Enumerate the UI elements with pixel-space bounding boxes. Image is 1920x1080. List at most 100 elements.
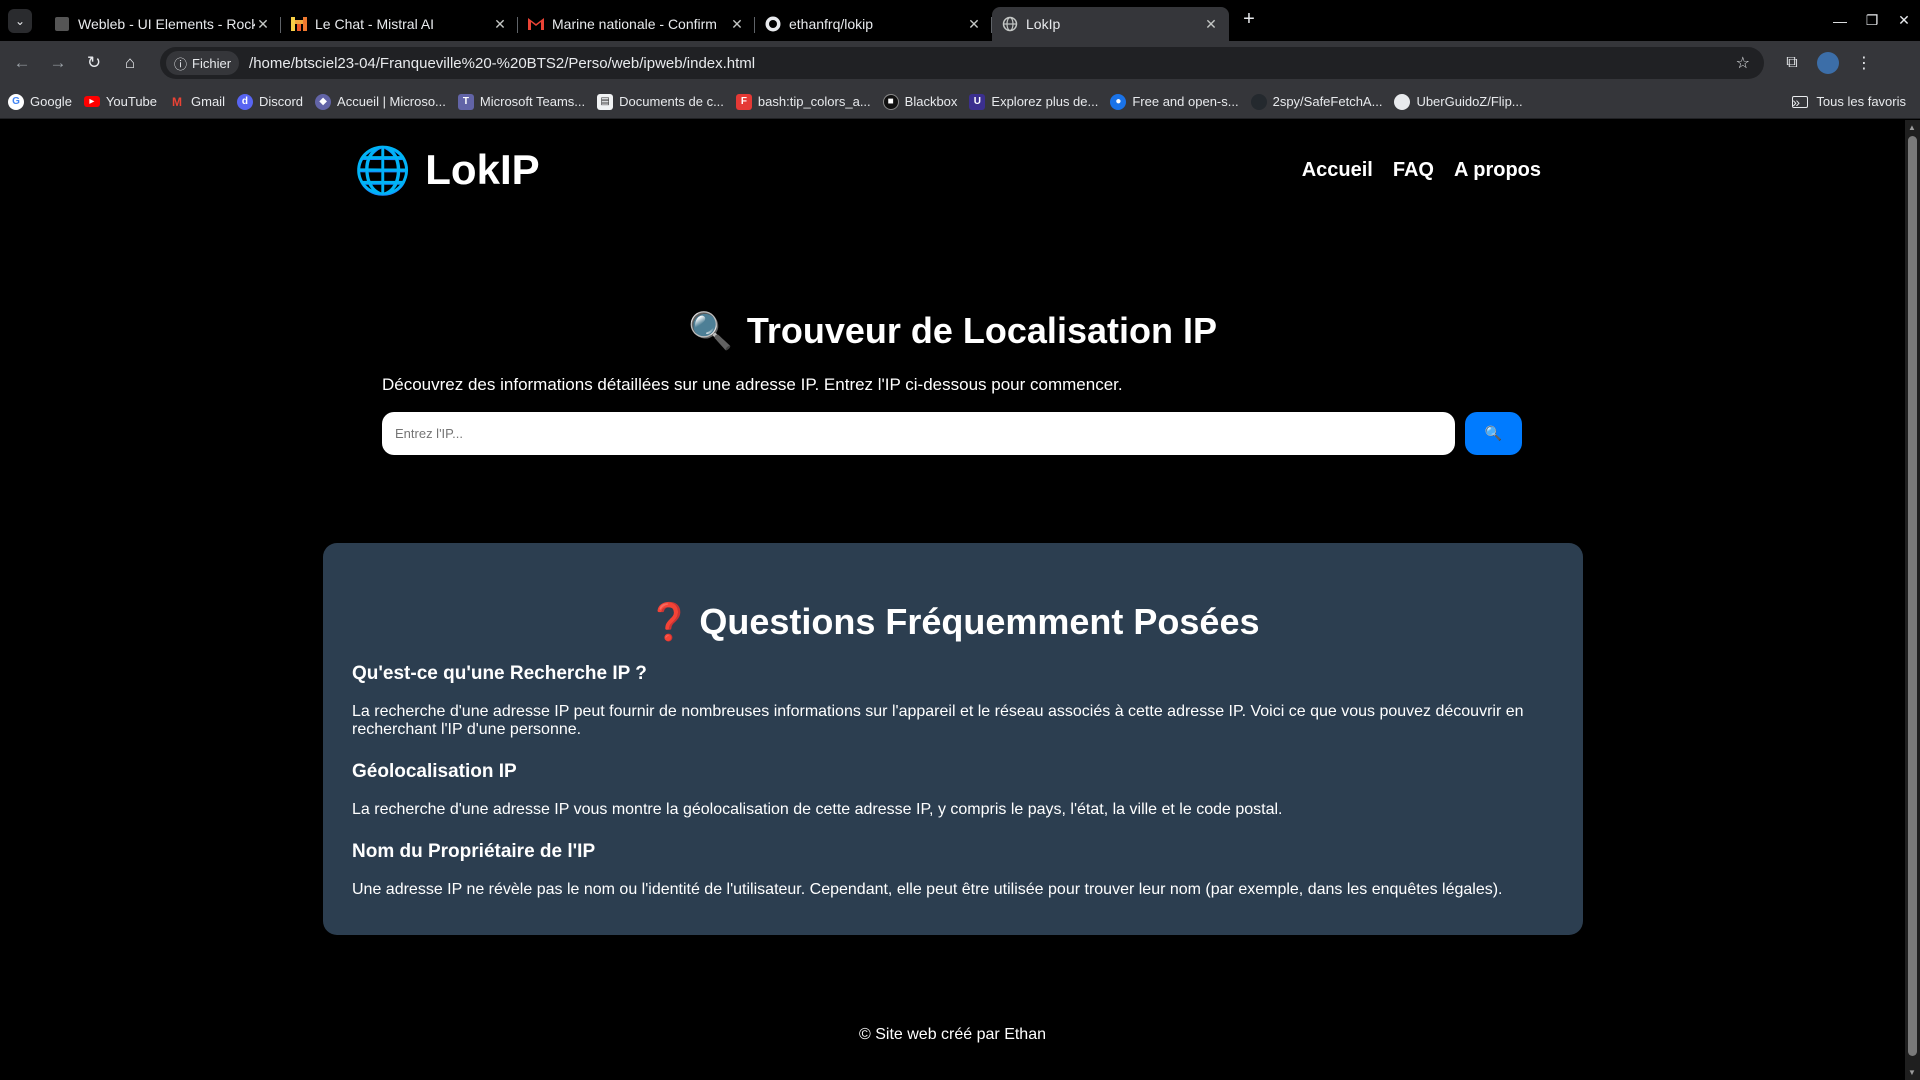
browser-tab-bar: ⌄ Webleb - UI Elements - Rock ✕ Le Chat … (0, 0, 1920, 41)
tab-title: Webleb - UI Elements - Rock (78, 16, 255, 32)
discord-icon: d (236, 93, 253, 110)
all-bookmarks-button[interactable]: Tous les favoris (1792, 94, 1906, 109)
bookmark-blackbox[interactable]: ■ Blackbox (882, 93, 957, 110)
site-footer: © Site web créé par Ethan (859, 1026, 1046, 1043)
nav-link-accueil[interactable]: Accueil (1302, 159, 1373, 182)
browser-toolbar: ← → ↻ ⌂ ⓘ Fichier /home/btsciel23-04/Fra… (0, 41, 1920, 85)
question-mark-icon: ❓ (646, 601, 692, 642)
search-button[interactable]: 🔍 (1465, 412, 1522, 455)
reload-button[interactable]: ↻ (76, 45, 112, 81)
faq-answer: Une adresse IP ne révèle pas le nom ou l… (352, 881, 1503, 898)
blackbox-icon: ■ (882, 93, 899, 110)
tab-title: ethanfrq/lokip (789, 16, 874, 32)
bookmark-microsoft-teams[interactable]: T Microsoft Teams... (457, 93, 585, 110)
close-icon[interactable]: ✕ (966, 16, 982, 33)
site-logo[interactable]: 🌐 LokIP (354, 146, 540, 194)
scrollbar-thumb[interactable] (1908, 136, 1917, 1056)
tab-strip: Webleb - UI Elements - Rock ✕ Le Chat - … (44, 0, 1229, 41)
nav-link-faq[interactable]: FAQ (1393, 159, 1434, 182)
page-viewport: 🌐 LokIP Accueil FAQ A propos 🔍 Trouveur … (0, 120, 1905, 1080)
browser-tab[interactable]: ethanfrq/lokip ✕ (755, 7, 992, 41)
youtube-icon: ▸ (83, 96, 100, 107)
page-scrollbar[interactable]: ▲ ▼ (1905, 120, 1920, 1080)
page-title-text: Trouveur de Localisation IP (746, 310, 1217, 351)
tab-title: Le Chat - Mistral AI (315, 16, 435, 32)
site-info-chip[interactable]: ⓘ Fichier (166, 51, 240, 75)
webleb-icon (54, 16, 70, 32)
browser-tab[interactable]: Marine nationale - Confirm ✕ (518, 7, 755, 41)
home-button[interactable]: ⌂ (112, 45, 148, 81)
url-text[interactable]: /home/btsciel23-04/Franqueville%20-%20BT… (249, 55, 1736, 72)
bookmark-microsoft-accueil[interactable]: ◆ Accueil | Microso... (315, 93, 446, 110)
menu-icon[interactable]: ⋮ (1846, 53, 1882, 73)
faq-answer: La recherche d'une adresse IP vous montr… (352, 801, 1283, 818)
folder-icon (1792, 95, 1809, 108)
document-icon: ▤ (597, 93, 614, 110)
faq-list: Qu'est-ce qu'une Recherche IP ? La reche… (352, 663, 1554, 921)
bookmark-gmail[interactable]: M Gmail (169, 94, 225, 110)
back-button[interactable]: ← (4, 45, 40, 81)
close-window-icon[interactable]: ✕ (1888, 12, 1920, 29)
extensions-icon[interactable]: ⧉ (1774, 54, 1810, 72)
gmail-icon (528, 16, 544, 32)
forward-button[interactable]: → (40, 45, 76, 81)
bookmark-bash-tip[interactable]: Fbash:tip_colors_a... (735, 93, 871, 110)
scroll-up-icon[interactable]: ▲ (1908, 123, 1916, 132)
bookmark-star-icon[interactable]: ☆ (1736, 53, 1750, 73)
scroll-down-icon[interactable]: ▼ (1908, 1068, 1916, 1077)
faq-question: Géolocalisation IP (352, 761, 517, 782)
bookmarks-bar: G Google ▸ YouTube M Gmail d Discord ◆ Accuei… (0, 85, 1920, 119)
bookmark-flipper[interactable]: UberGuidoZ/Flip... (1394, 93, 1523, 110)
restore-icon[interactable]: ❐ (1856, 12, 1888, 29)
globe-icon: 🌐 (354, 144, 412, 196)
faq-title-text: Questions Fréquemment Posées (699, 601, 1260, 642)
close-icon[interactable]: ✕ (492, 16, 508, 33)
github-icon (765, 16, 781, 32)
close-icon[interactable]: ✕ (255, 16, 271, 33)
bookmark-free-open-source[interactable]: ● Free and open-s... (1110, 93, 1239, 110)
close-icon[interactable]: ✕ (1203, 16, 1219, 33)
faq-question: Qu'est-ce qu'une Recherche IP ? (352, 663, 647, 684)
ip-search-form: 🔍 (382, 412, 1522, 455)
faq-title: ❓ Questions Fréquemment Posées (323, 601, 1583, 643)
tab-title: Marine nationale - Confirm (552, 16, 717, 32)
flag-icon: F (735, 93, 752, 110)
ip-search-input[interactable] (382, 412, 1455, 455)
globe-icon (1002, 16, 1018, 32)
faq-answer: La recherche d'une adresse IP peut fourn… (352, 703, 1524, 738)
microsoft-icon: ◆ (315, 93, 332, 110)
browser-tab-active[interactable]: LokIp ✕ (992, 7, 1229, 41)
ui-icon: U (969, 93, 986, 110)
nav-link-a-propos[interactable]: A propos (1454, 159, 1541, 182)
github-icon (1394, 93, 1411, 110)
browser-tab[interactable]: Le Chat - Mistral AI ✕ (281, 7, 518, 41)
bookmark-youtube[interactable]: ▸ YouTube (83, 94, 157, 109)
faq-question: Nom du Propriétaire de l'IP (352, 841, 596, 862)
mistral-icon (291, 16, 307, 32)
address-bar[interactable]: ⓘ Fichier /home/btsciel23-04/Franquevill… (160, 47, 1764, 79)
tab-search-button[interactable]: ⌄ (8, 8, 32, 33)
hero-description: Découvrez des informations détaillées su… (382, 375, 1123, 394)
page-title: 🔍 Trouveur de Localisation IP (688, 310, 1217, 352)
google-icon: G (8, 93, 24, 110)
site-header: 🌐 LokIP Accueil FAQ A propos (350, 120, 1555, 220)
bookmark-safefetch[interactable]: 2spy/SafeFetchA... (1250, 93, 1382, 110)
new-tab-button[interactable]: + (1235, 5, 1263, 33)
bookmark-explorez[interactable]: U Explorez plus de... (969, 93, 1098, 110)
close-icon[interactable]: ✕ (729, 16, 745, 33)
bookmark-discord[interactable]: d Discord (236, 93, 303, 110)
avatar[interactable] (1817, 52, 1839, 74)
teams-icon: T (457, 93, 474, 110)
bookmark-google[interactable]: G Google (8, 93, 72, 110)
brand-name: LokIP (425, 146, 540, 193)
magnifier-icon: 🔍 (688, 310, 733, 351)
bookmark-documents[interactable]: ▤ Documents de c... (597, 93, 724, 110)
gmail-icon: M (172, 94, 183, 109)
info-icon: ⓘ (174, 56, 188, 72)
site-info-label: Fichier (192, 55, 232, 71)
tab-title: LokIp (1026, 16, 1061, 32)
window-controls: — ❐ ✕ (1824, 0, 1920, 41)
github-icon (1250, 93, 1267, 110)
browser-tab[interactable]: Webleb - UI Elements - Rock ✕ (44, 7, 281, 41)
minimize-icon[interactable]: — (1824, 13, 1856, 29)
